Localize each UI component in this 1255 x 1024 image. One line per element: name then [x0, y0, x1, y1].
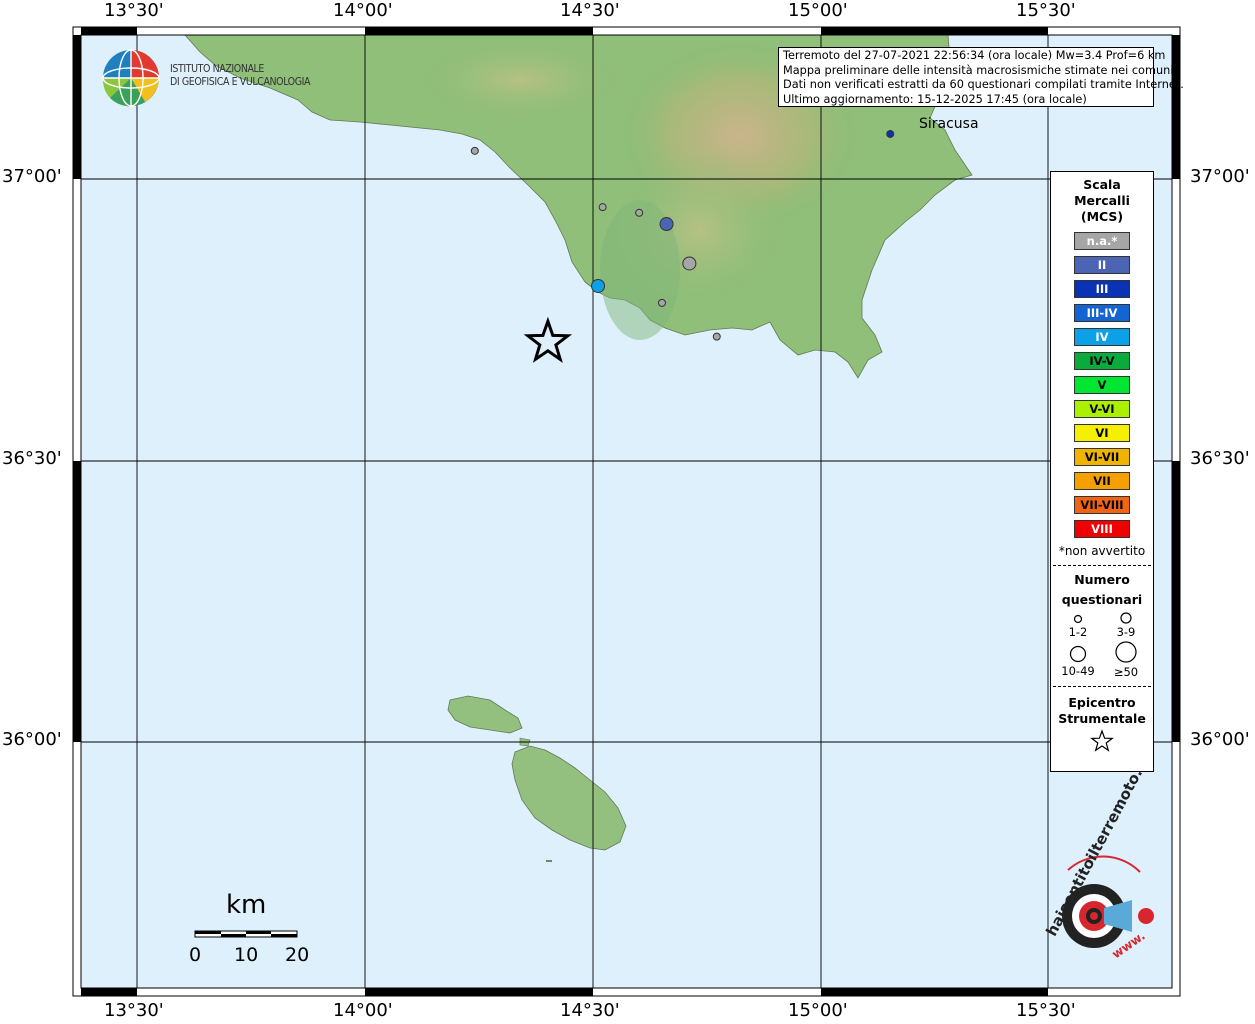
- ingv-globe-logo: [102, 49, 160, 107]
- ingv-logo-line2: DI GEOFISICA E VULCANOLOGIA: [170, 76, 311, 88]
- left-lat-label: 37°00': [2, 166, 62, 187]
- count-symbols: 1-2 3-9 10-49 ≥50: [1051, 610, 1153, 682]
- observation-circle[interactable]: [886, 129, 895, 138]
- count-label: ≥50: [1113, 665, 1139, 679]
- relief-north: [410, 35, 630, 125]
- scale-label: 10: [234, 944, 259, 966]
- intensity-swatch: IV: [1074, 328, 1130, 346]
- top-lon-label: 14°00': [333, 0, 393, 21]
- top-lon-label: 15°30': [1016, 0, 1076, 21]
- count-label: 1-2: [1068, 625, 1088, 639]
- count-title: Numero questionari: [1051, 570, 1153, 610]
- observation-circle[interactable]: [470, 146, 479, 155]
- legend-title-line: (MCS): [1080, 209, 1124, 224]
- intensity-swatch: VI-VII: [1074, 448, 1130, 466]
- observation-circle[interactable]: [659, 217, 674, 232]
- intensity-swatch: VII-VIII: [1074, 496, 1130, 514]
- observation-circle[interactable]: [635, 208, 644, 217]
- observation-circle[interactable]: [657, 298, 666, 307]
- scale-label: 20: [285, 944, 310, 966]
- intensity-swatch: VII: [1074, 472, 1130, 490]
- right-lat-label: 37°00': [1190, 166, 1250, 187]
- left-lat-label: 36°30': [2, 448, 62, 469]
- top-lon-label: 15°00': [788, 0, 848, 21]
- top-lon-label: 13°30': [104, 0, 164, 21]
- right-lat-label: 36°30': [1190, 448, 1250, 469]
- intensity-swatch: V-VI: [1074, 400, 1130, 418]
- top-lon-label: 14°30': [560, 0, 620, 21]
- event-info-line: Terremoto del 27-07-2021 22:56:34 (ora l…: [783, 49, 1166, 62]
- ingv-logo-line1: ISTITUTO NAZIONALE: [170, 63, 264, 75]
- filfla-islet: [546, 860, 552, 862]
- map-description-line: Mappa preliminare delle intensità macros…: [783, 63, 1174, 77]
- count-label: 3-9: [1116, 625, 1136, 639]
- observation-circle[interactable]: [598, 203, 607, 212]
- scale-bar: [194, 930, 298, 938]
- observation-circle[interactable]: [712, 332, 721, 341]
- left-lat-label: 36°00': [2, 729, 62, 750]
- intensity-swatch: n.a.*: [1074, 232, 1130, 250]
- bottom-lon-label: 13°30': [104, 1000, 164, 1021]
- epicenter-title-line: Strumentale: [1058, 711, 1146, 726]
- intensity-swatch: V: [1074, 376, 1130, 394]
- bottom-lon-label: 14°30': [560, 1000, 620, 1021]
- legend-divider: [1053, 565, 1151, 566]
- data-source-line: Dati non verificati estratti da 60 quest…: [783, 78, 1184, 92]
- bottom-lon-label: 14°00': [333, 1000, 393, 1021]
- count-title-line: Numero: [1074, 572, 1130, 587]
- right-lat-label: 36°00': [1190, 729, 1250, 750]
- ingv-logo-text: ISTITUTO NAZIONALE DI GEOFISICA E VULCAN…: [170, 63, 310, 89]
- legend-divider: [1053, 686, 1151, 687]
- legend-title: Scala Mercalli (MCS): [1051, 177, 1153, 225]
- bottom-lon-label: 15°30': [1016, 1000, 1076, 1021]
- intensity-swatch: III-IV: [1074, 304, 1130, 322]
- legend-panel: Scala Mercalli (MCS) n.a.* II III III-IV IV I…: [1050, 171, 1154, 772]
- event-info-box: Terremoto del 27-07-2021 22:56:34 (ora l…: [778, 47, 1184, 107]
- legend-title-line: Mercalli: [1074, 193, 1130, 208]
- not-felt-note: *non avvertito: [1058, 544, 1146, 558]
- count-title-line: questionari: [1061, 592, 1143, 607]
- intensity-swatch: VI: [1074, 424, 1130, 442]
- legend-title-line: Scala: [1083, 177, 1121, 192]
- intensity-swatch: III: [1074, 280, 1130, 298]
- intensity-swatches: n.a.* II III III-IV IV IV-V V V-VI VI VI-VII VII VI…: [1051, 232, 1153, 538]
- scale-unit-label: km: [226, 890, 267, 920]
- observation-circle[interactable]: [682, 256, 697, 271]
- scale-label: 0: [189, 944, 202, 966]
- observation-circle[interactable]: [591, 278, 606, 293]
- count-label: 10-49: [1061, 664, 1095, 678]
- city-label-siracusa: Siracusa: [919, 116, 979, 132]
- epicenter-title-line: Epicentro: [1068, 695, 1136, 710]
- bottom-lon-label: 15°00': [788, 1000, 848, 1021]
- last-update-line: Ultimo aggiornamento: 15-12-2025 17:45 (…: [783, 92, 1087, 106]
- intensity-swatch: II: [1074, 256, 1130, 274]
- intensity-swatch: IV-V: [1074, 352, 1130, 370]
- epicenter-legend-icon: [1090, 729, 1114, 752]
- intensity-swatch: VIII: [1074, 520, 1130, 538]
- epicenter-title: Epicentro Strumentale: [1051, 695, 1153, 727]
